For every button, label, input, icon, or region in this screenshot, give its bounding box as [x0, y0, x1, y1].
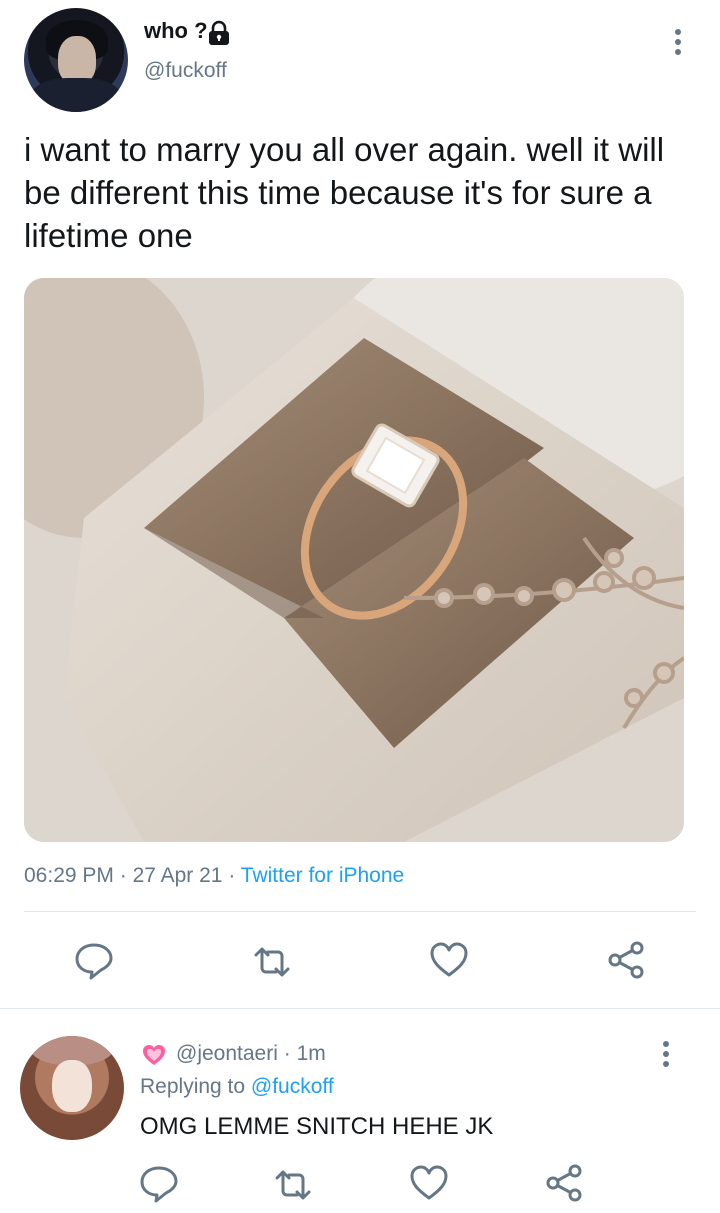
reply-avatar[interactable] — [20, 1036, 124, 1140]
tweet-source-link[interactable]: Twitter for iPhone — [241, 864, 404, 887]
ring-photo — [24, 278, 684, 842]
divider — [24, 911, 696, 912]
like-icon[interactable] — [409, 1163, 449, 1203]
meta-separator: · — [119, 864, 127, 887]
reply-icon[interactable] — [139, 1163, 179, 1203]
lock-icon — [209, 20, 229, 45]
divider — [0, 1008, 720, 1009]
more-icon[interactable] — [668, 28, 688, 56]
meta-separator: · — [228, 864, 236, 887]
pink-heart-icon — [143, 1045, 165, 1065]
replying-prefix: Replying to — [140, 1075, 246, 1098]
replying-to: Replying to @fuckoff — [140, 1075, 334, 1099]
replying-mention[interactable]: @fuckoff — [251, 1075, 334, 1098]
retweet-icon[interactable] — [252, 942, 292, 982]
tweet-text: i want to marry you all over again. well… — [24, 131, 665, 254]
reply-age: 1m — [296, 1042, 326, 1065]
tweet-date: 27 Apr 21 — [132, 864, 223, 887]
reply-handle[interactable]: @jeontaeri · 1m — [176, 1042, 326, 1066]
author-avatar[interactable] — [24, 8, 128, 112]
reply-icon[interactable] — [74, 940, 114, 980]
share-icon[interactable] — [545, 1163, 585, 1203]
like-icon[interactable] — [429, 940, 469, 980]
reply-username[interactable]: @jeontaeri — [176, 1042, 278, 1065]
author-handle[interactable]: @fuckoff — [144, 59, 227, 83]
meta-separator: · — [283, 1042, 291, 1065]
tweet-time: 06:29 PM — [24, 864, 114, 887]
author-display-name[interactable]: who ? — [144, 18, 208, 44]
tweet-image[interactable] — [24, 278, 684, 842]
retweet-icon[interactable] — [273, 1165, 313, 1205]
share-icon[interactable] — [607, 940, 647, 980]
reply-text: OMG LEMME SNITCH HEHE JK — [140, 1113, 494, 1140]
tweet-meta: 06:29 PM · 27 Apr 21 · Twitter for iPhon… — [24, 864, 404, 888]
more-icon[interactable] — [656, 1040, 676, 1068]
